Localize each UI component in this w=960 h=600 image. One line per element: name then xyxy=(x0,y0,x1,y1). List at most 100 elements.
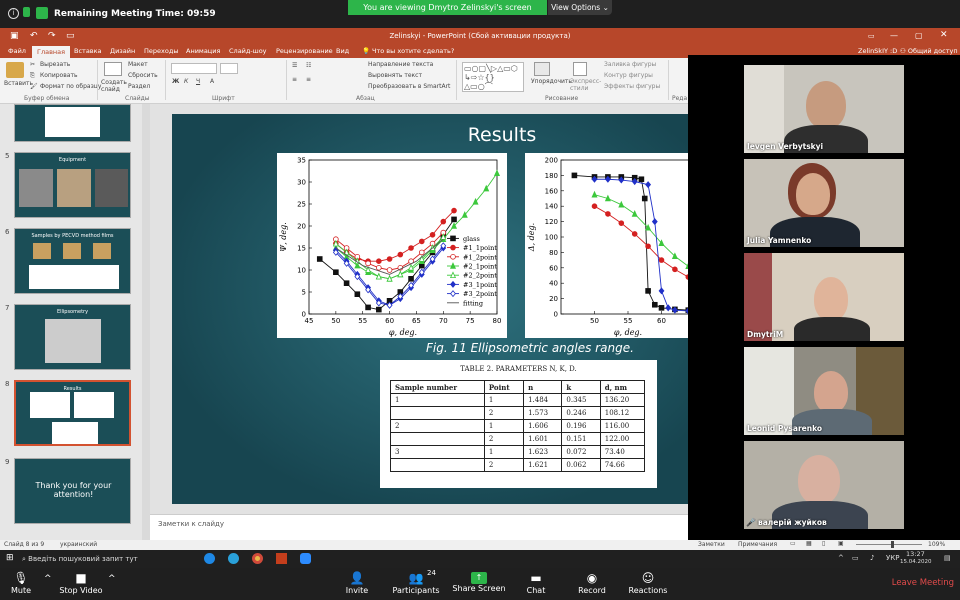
participant-video[interactable]: Julia Yamnenko xyxy=(744,159,904,247)
underline-icon[interactable]: Ч xyxy=(196,78,200,85)
notes-pane[interactable]: Заметки к слайду xyxy=(150,514,688,540)
tab-file[interactable]: Файл xyxy=(8,47,26,55)
slide-thumbnail-6[interactable]: Samples by PECVD method films xyxy=(14,228,131,294)
telegram-icon[interactable] xyxy=(228,553,239,564)
sorter-view-icon[interactable]: ▦ xyxy=(806,540,812,547)
tray-chevron-icon[interactable]: ^ xyxy=(838,554,844,562)
network-icon[interactable]: ▭ xyxy=(852,554,859,562)
user-name[interactable]: ZelinSkIY :D xyxy=(858,47,897,55)
taskbar-search[interactable]: ⌕ Введіть пошуковий запит тут xyxy=(22,552,192,566)
tab-slideshow[interactable]: Слайд-шоу xyxy=(229,47,267,55)
minimize-icon[interactable]: — xyxy=(890,31,898,40)
numbering-icon[interactable]: ☷ xyxy=(306,62,311,69)
zoom-level[interactable]: 109% xyxy=(928,541,945,548)
slideshow-view-icon[interactable]: ▣ xyxy=(838,540,844,547)
tab-insert[interactable]: Вставка xyxy=(74,47,102,55)
x-tick-label: 65 xyxy=(412,317,421,325)
font-name-select[interactable] xyxy=(171,63,217,74)
slide-thumbnail-8[interactable]: Results xyxy=(14,380,131,446)
shape-effects-button[interactable]: Эффекты фигуры xyxy=(604,83,660,90)
align-text-button[interactable]: Выровнять текст xyxy=(368,72,422,79)
current-slide[interactable]: Results 45 50 55 60 65 70 75 80 0 5 10 15 20 25 30 35 φ,… xyxy=(172,114,688,504)
keyboard-language[interactable]: УКР xyxy=(886,554,899,562)
shape-fill-button[interactable]: Заливка фигуры xyxy=(604,61,656,68)
language-indicator[interactable]: украинский xyxy=(60,541,97,548)
clock-time[interactable]: 13:27 xyxy=(906,550,925,558)
quick-styles-button[interactable]: Экспресс-стили xyxy=(570,78,601,92)
slide-thumbnail-7[interactable]: Ellipsometry xyxy=(14,304,131,370)
reading-view-icon[interactable]: ▯ xyxy=(822,540,825,547)
smartart-button[interactable]: Преобразовать в SmartArt xyxy=(368,83,450,90)
normal-view-icon[interactable]: ▭ xyxy=(790,540,796,547)
tell-me-input[interactable]: Что вы хотите сделать? xyxy=(372,47,454,55)
table-cell: 2 xyxy=(390,419,485,433)
reset-button[interactable]: Сбросить xyxy=(128,72,158,79)
notifications-icon[interactable]: ▤ xyxy=(944,554,951,562)
clock-date[interactable]: 15.04.2020 xyxy=(900,559,932,565)
data-point xyxy=(408,245,414,251)
paste-button[interactable]: Вставить xyxy=(4,80,33,87)
copy-button[interactable]: Копировать xyxy=(40,72,77,79)
zoom-slider[interactable] xyxy=(856,544,922,545)
align-left-icon[interactable]: ≡ xyxy=(292,76,297,83)
y-tick-label: 35 xyxy=(297,157,306,165)
bold-icon[interactable]: Ж xyxy=(172,78,179,85)
leave-meeting-button[interactable]: Leave Meeting xyxy=(892,578,954,588)
record-button[interactable]: ◉ Record xyxy=(562,568,622,600)
font-color-icon[interactable]: A xyxy=(210,78,214,85)
zoom-slider-thumb[interactable] xyxy=(890,541,894,548)
format-painter-button[interactable]: Формат по образцу xyxy=(40,83,101,90)
comments-toggle[interactable]: Примечания xyxy=(738,541,777,548)
panel-scrollbar[interactable] xyxy=(142,104,150,540)
notes-toggle[interactable]: Заметки xyxy=(698,541,725,548)
ribbon-options-icon[interactable]: ▭ xyxy=(868,32,875,40)
participants-button[interactable]: 👥 Participants xyxy=(386,568,446,600)
invite-button[interactable]: 👤 Invite xyxy=(327,568,387,600)
tab-animation[interactable]: Анимация xyxy=(186,47,220,55)
share-screen-button[interactable]: ↑ Share Screen xyxy=(448,568,510,600)
tab-view[interactable]: Вид xyxy=(336,47,349,55)
tab-home[interactable]: Главная xyxy=(32,46,71,58)
section-button[interactable]: Раздел xyxy=(128,83,150,90)
slide-thumbnail-5[interactable]: Equipment xyxy=(14,152,131,218)
chat-button[interactable]: ▬ Chat xyxy=(506,568,566,600)
slide-thumbnail-4[interactable] xyxy=(14,104,131,142)
windows-start-icon[interactable]: ⊞ xyxy=(6,553,14,563)
close-icon[interactable]: ✕ xyxy=(940,30,948,40)
new-slide-button[interactable]: Создать слайд xyxy=(101,79,127,93)
align-center-icon[interactable]: ≡ xyxy=(306,76,311,83)
bullets-icon[interactable]: ☰ xyxy=(292,62,297,69)
tab-design[interactable]: Дизайн xyxy=(110,47,135,55)
stop-video-button[interactable]: ■ Stop Video xyxy=(51,568,111,600)
chrome-icon[interactable] xyxy=(252,553,263,564)
italic-icon[interactable]: К xyxy=(184,78,188,85)
reactions-button[interactable]: ☺ Reactions xyxy=(618,568,678,600)
skype-icon[interactable] xyxy=(204,553,215,564)
participant-video[interactable]: Ievgen Verbytskyi xyxy=(744,65,904,153)
maximize-icon[interactable]: ▢ xyxy=(915,31,923,40)
view-options-button[interactable]: View Options ⌄ xyxy=(548,0,612,15)
shapes-gallery[interactable]: ▭○▢╲▷△▭⬡ ↳⇨☆{}△▭○⌒ xyxy=(462,62,524,92)
tab-transitions[interactable]: Переходы xyxy=(144,47,178,55)
text-direction-button[interactable]: Направление текста xyxy=(368,61,433,68)
share-button[interactable]: ⚇ Общий доступ xyxy=(900,47,958,55)
mute-button[interactable]: 🎙 Mute xyxy=(0,568,51,600)
powerpoint-icon[interactable] xyxy=(276,553,287,564)
video-gallery: Ievgen Verbytskyi Julia Yamnenko DmytriM… xyxy=(688,55,960,540)
video-options-chevron-icon[interactable]: ^ xyxy=(108,574,116,584)
shape-outline-button[interactable]: Контур фигуры xyxy=(604,72,653,79)
tab-review[interactable]: Рецензирование xyxy=(276,47,333,55)
participant-video[interactable]: Leonid Pysarenko xyxy=(744,347,904,435)
y-tick-label: 80 xyxy=(549,249,558,257)
info-icon[interactable]: i xyxy=(8,8,19,19)
volume-icon[interactable]: ♪ xyxy=(870,554,874,562)
zoom-app-icon[interactable] xyxy=(300,553,311,564)
ribbon-separator xyxy=(286,60,287,100)
arrange-button[interactable]: Упорядочить xyxy=(531,78,572,85)
font-size-select[interactable] xyxy=(220,63,238,74)
participant-video[interactable]: 🎤 валерій жуйков xyxy=(744,441,904,529)
participant-video[interactable]: DmytriM xyxy=(744,253,904,341)
slide-thumbnail-9[interactable]: Thank you for your attention! xyxy=(14,458,131,524)
layout-button[interactable]: Макет xyxy=(128,61,148,68)
cut-button[interactable]: Вырезать xyxy=(40,61,70,68)
